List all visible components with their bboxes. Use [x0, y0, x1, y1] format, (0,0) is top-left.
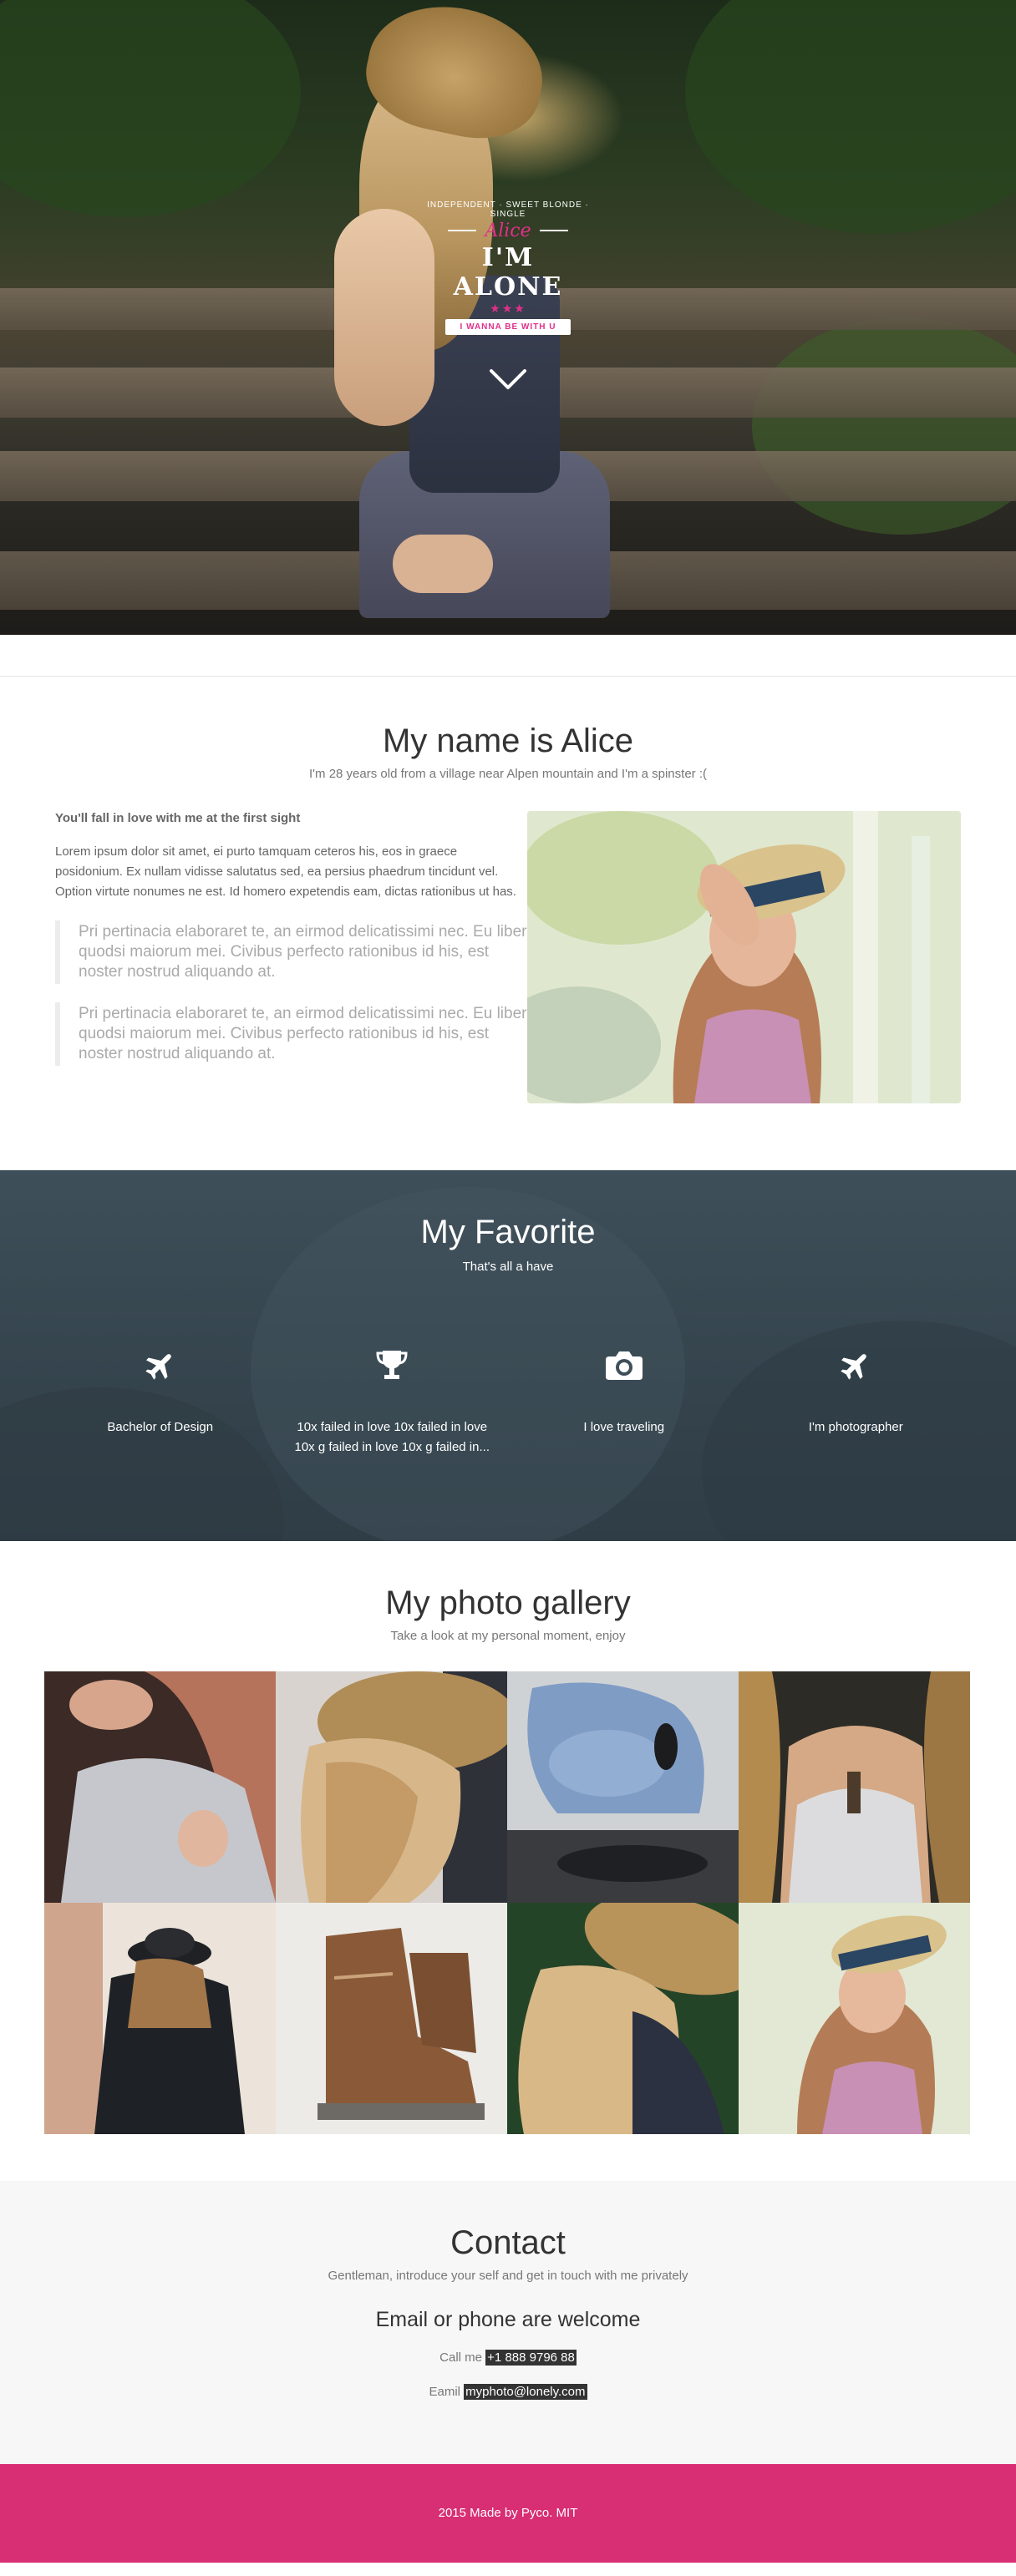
contact-phone-row: Call me +1 888 9796 88 — [0, 2350, 1016, 2366]
gallery-title: My photo gallery — [385, 1585, 631, 1621]
about-quote: Pri pertinacia elaboraret te, an eirmod … — [55, 1002, 527, 1066]
phone-label: Call me — [439, 2350, 482, 2365]
gallery-section: My photo gallery Take a look at my perso… — [0, 1541, 1016, 2181]
gallery-photo[interactable] — [739, 1903, 970, 2134]
email-address[interactable]: myphoto@lonely.com — [464, 2384, 587, 2400]
foliage-shape — [0, 0, 301, 217]
chevron-down-icon[interactable] — [488, 364, 528, 394]
badge-arc-text: INDEPENDENT · SWEET BLONDE · SINGLE — [427, 200, 589, 219]
contact-title: Contact — [450, 2224, 566, 2261]
plane-icon — [740, 1344, 973, 1386]
gallery-photo[interactable] — [507, 1903, 739, 2134]
gallery-subtitle: Take a look at my personal moment, enjoy — [390, 1629, 626, 1643]
favorite-label: 10x failed in love 10x failed in love 10… — [294, 1420, 490, 1454]
about-body: Lorem ipsum dolor sit amet, ei purto tam… — [55, 844, 516, 899]
badge-ribbon: I WANNA BE WITH U — [444, 319, 572, 335]
about-photo-art — [527, 811, 961, 1103]
favorite-subtitle: That's all a have — [462, 1260, 554, 1274]
favorite-label: I love traveling — [583, 1420, 665, 1434]
plane-icon — [44, 1344, 277, 1386]
foliage-shape — [752, 317, 1016, 535]
hero-section: INDEPENDENT · SWEET BLONDE · SINGLE Alic… — [0, 0, 1016, 635]
favorite-item: Bachelor of Design — [44, 1344, 277, 1458]
gallery-photo[interactable] — [507, 1671, 739, 1903]
trophy-icon — [277, 1344, 509, 1386]
camera-icon — [508, 1344, 740, 1386]
gallery-photo[interactable] — [44, 1671, 276, 1903]
favorite-title: My Favorite — [420, 1214, 596, 1250]
phone-number[interactable]: +1 888 9796 88 — [485, 2350, 577, 2366]
section-divider — [0, 635, 1016, 677]
about-quote: Pri pertinacia elaboraret te, an eirmod … — [55, 920, 527, 984]
gallery-photo[interactable] — [276, 1671, 507, 1903]
about-subtitle: I'm 28 years old from a village near Alp… — [309, 767, 707, 781]
badge-stars: ★★★ — [490, 302, 526, 315]
favorite-item: I'm photographer — [740, 1344, 973, 1458]
gallery-grid — [44, 1671, 972, 2134]
about-section: My name is Alice I'm 28 years old from a… — [0, 677, 1016, 1170]
favorite-list: Bachelor of Design 10x failed in love 10… — [44, 1344, 972, 1458]
footer: 2015 Made by Pyco. MIT — [0, 2464, 1016, 2563]
favorite-label: Bachelor of Design — [107, 1420, 214, 1434]
email-label: Eamil — [429, 2385, 460, 2399]
about-lead: You'll fall in love with me at the first… — [55, 811, 301, 825]
foliage-shape — [685, 0, 1016, 234]
badge-title: I'M ALONE — [453, 243, 563, 302]
about-text-column: You'll fall in love with me at the first… — [55, 811, 527, 1103]
favorite-section: My Favorite That's all a have Bachelor o… — [0, 1170, 1016, 1541]
contact-subtitle: Gentleman, introduce your self and get i… — [328, 2269, 688, 2283]
favorite-item: I love traveling — [508, 1344, 740, 1458]
badge-rule — [448, 229, 477, 231]
favorite-label: I'm photographer — [808, 1420, 903, 1434]
hero-photo-hand — [393, 535, 493, 593]
gallery-photo[interactable] — [44, 1903, 276, 2134]
about-title: My name is Alice — [382, 723, 634, 759]
badge-script-row: Alice — [424, 219, 592, 241]
hero-badge-logo: INDEPENDENT · SWEET BLONDE · SINGLE Alic… — [424, 200, 592, 335]
contact-heading: Email or phone are welcome — [375, 2308, 641, 2331]
gallery-photo[interactable] — [276, 1903, 507, 2134]
favorite-item: 10x failed in love 10x failed in love 10… — [277, 1344, 509, 1458]
contact-email-row: Eamil myphoto@lonely.com — [0, 2384, 1016, 2400]
about-content: You'll fall in love with me at the first… — [55, 811, 961, 1103]
badge-rule — [539, 229, 568, 231]
about-photo — [527, 811, 961, 1103]
hero-photo-arm — [334, 209, 434, 426]
gallery-photo[interactable] — [739, 1671, 970, 1903]
footer-text: 2015 Made by Pyco. MIT — [438, 2506, 578, 2520]
badge-script-name: Alice — [485, 221, 531, 241]
contact-section: Contact Gentleman, introduce your self a… — [0, 2181, 1016, 2464]
